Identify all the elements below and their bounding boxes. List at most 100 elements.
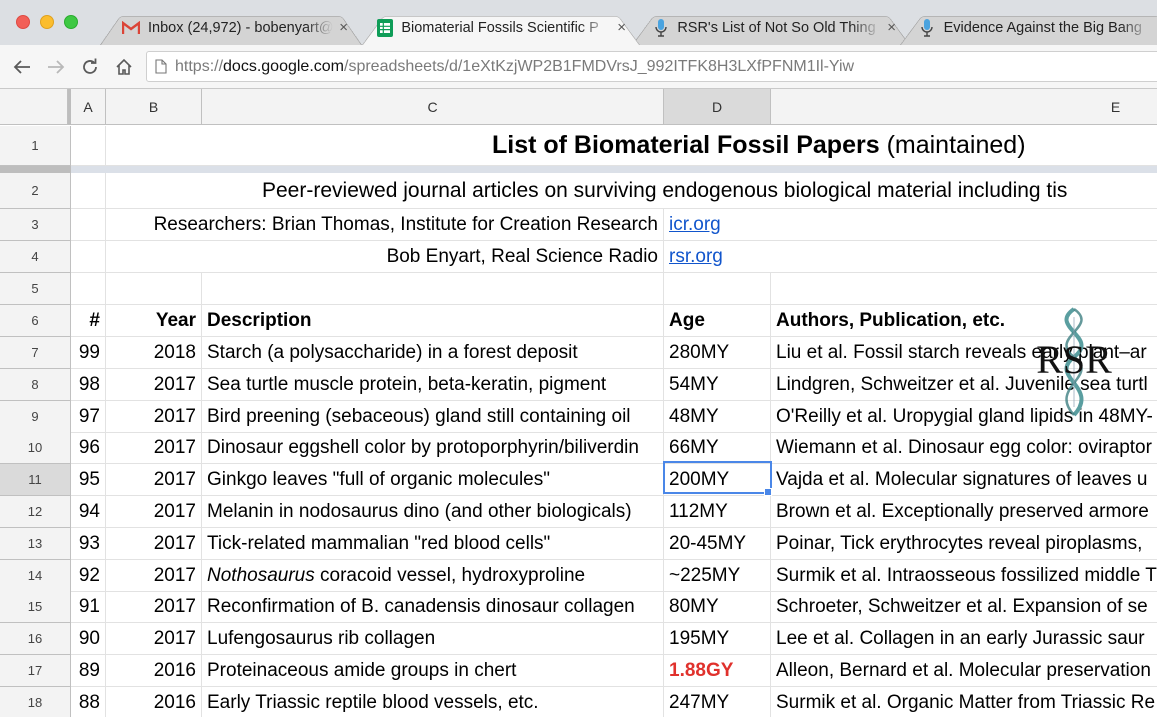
cell-description[interactable]: Bird preening (sebaceous) gland still co…	[202, 401, 664, 433]
cell-age[interactable]: 280MY	[664, 337, 771, 369]
cell-authors[interactable]: Surmik et al. Organic Matter from Triass…	[771, 687, 1157, 717]
column-header-c[interactable]: C	[202, 89, 664, 125]
cell-description[interactable]: Nothosaurus coracoid vessel, hydroxyprol…	[202, 560, 664, 592]
researcher-1[interactable]: Researchers: Brian Thomas, Institute for…	[106, 209, 664, 241]
spreadsheet-grid[interactable]: A B C D E 1 List of Biomaterial Fossil P…	[0, 89, 1157, 717]
column-header-a[interactable]: A	[71, 89, 106, 125]
cell-number[interactable]: 89	[71, 655, 106, 687]
cell-e5[interactable]	[771, 273, 1157, 305]
frozen-row-divider[interactable]	[0, 166, 1157, 173]
tab-biomaterial-fossils[interactable]: Biomaterial Fossils Scientific P ×	[362, 10, 640, 45]
reload-button[interactable]	[77, 54, 103, 80]
header-year[interactable]: Year	[106, 305, 202, 337]
maximize-window-button[interactable]	[64, 15, 78, 29]
cell-c5[interactable]	[202, 273, 664, 305]
back-button[interactable]	[9, 54, 35, 80]
cell-description[interactable]: Ginkgo leaves "full of organic molecules…	[202, 464, 664, 496]
close-window-button[interactable]	[16, 15, 30, 29]
cell-a3[interactable]	[71, 209, 106, 241]
cell-year[interactable]: 2017	[106, 401, 202, 433]
row-header[interactable]: 11	[0, 464, 71, 496]
column-header-b[interactable]: B	[106, 89, 202, 125]
cell-age[interactable]: 1.88GY	[664, 655, 771, 687]
row-header[interactable]: 6	[0, 305, 71, 337]
cell-age[interactable]: 195MY	[664, 623, 771, 655]
row-header[interactable]: 12	[0, 496, 71, 528]
cell-year[interactable]: 2016	[106, 687, 202, 717]
cell-year[interactable]: 2017	[106, 560, 202, 592]
cell-b5[interactable]	[106, 273, 202, 305]
row-header[interactable]: 4	[0, 241, 71, 273]
close-tab-icon[interactable]: ×	[617, 19, 626, 36]
icr-link[interactable]: icr.org	[669, 214, 721, 236]
cell-year[interactable]: 2017	[106, 369, 202, 401]
cell-age[interactable]: 80MY	[664, 591, 771, 623]
sheet-title[interactable]: List of Biomaterial Fossil Papers (maint…	[106, 126, 1157, 166]
cell-number[interactable]: 94	[71, 496, 106, 528]
row-header[interactable]: 17	[0, 655, 71, 687]
cell-year[interactable]: 2017	[106, 496, 202, 528]
row-header[interactable]: 3	[0, 209, 71, 241]
row-header[interactable]: 14	[0, 560, 71, 592]
cell-number[interactable]: 88	[71, 687, 106, 717]
header-number[interactable]: #	[71, 305, 106, 337]
row-header[interactable]: 1	[0, 126, 71, 166]
header-age[interactable]: Age	[664, 305, 771, 337]
tab-gmail-inbox[interactable]: Inbox (24,972) - bobenyart@g ×	[100, 10, 362, 45]
forward-button[interactable]	[43, 54, 69, 80]
row-header[interactable]: 2	[0, 173, 71, 209]
cell-age[interactable]: 20-45MY	[664, 528, 771, 560]
cell-a2[interactable]	[71, 173, 106, 209]
sheet-subtitle[interactable]: Peer-reviewed journal articles on surviv…	[106, 173, 1157, 209]
cell-description[interactable]: Sea turtle muscle protein, beta-keratin,…	[202, 369, 664, 401]
row-header[interactable]: 16	[0, 623, 71, 655]
cell-description[interactable]: Starch (a polysaccharide) in a forest de…	[202, 337, 664, 369]
rsr-link[interactable]: rsr.org	[669, 246, 723, 268]
cell-year[interactable]: 2016	[106, 655, 202, 687]
row-header[interactable]: 15	[0, 591, 71, 623]
cell-number[interactable]: 91	[71, 591, 106, 623]
cell-year[interactable]: 2018	[106, 337, 202, 369]
tab-big-bang-evidence[interactable]: Evidence Against the Big Bang ×	[900, 10, 1157, 45]
row-header[interactable]: 10	[0, 432, 71, 464]
cell-age[interactable]: 66MY	[664, 432, 771, 464]
researcher-2[interactable]: Bob Enyart, Real Science Radio	[106, 241, 664, 273]
cell-age[interactable]: 54MY	[664, 369, 771, 401]
cell-description[interactable]: Reconfirmation of B. canadensis dinosaur…	[202, 591, 664, 623]
column-header-d[interactable]: D	[664, 89, 771, 125]
cell-number[interactable]: 93	[71, 528, 106, 560]
select-all-corner[interactable]	[0, 89, 68, 125]
cell-year[interactable]: 2017	[106, 464, 202, 496]
cell-description[interactable]: Lufengosaurus rib collagen	[202, 623, 664, 655]
icr-link-cell[interactable]: icr.org	[664, 209, 1157, 241]
minimize-window-button[interactable]	[40, 15, 54, 29]
cell-year[interactable]: 2017	[106, 432, 202, 464]
close-tab-icon[interactable]: ×	[887, 19, 896, 36]
cell-a1[interactable]	[71, 126, 106, 166]
cell-description[interactable]: Proteinaceous amide groups in chert	[202, 655, 664, 687]
header-description[interactable]: Description	[202, 305, 664, 337]
cell-number[interactable]: 95	[71, 464, 106, 496]
cell-year[interactable]: 2017	[106, 623, 202, 655]
cell-authors[interactable]: Brown et al. Exceptionally preserved arm…	[771, 496, 1157, 528]
cell-description[interactable]: Tick-related mammalian "red blood cells"	[202, 528, 664, 560]
cell-authors[interactable]: Poinar, Tick erythrocytes reveal piropla…	[771, 528, 1157, 560]
cell-age[interactable]: ~225MY	[664, 560, 771, 592]
row-header[interactable]: 13	[0, 528, 71, 560]
cell-authors[interactable]: Surmik et al. Intraosseous fossilized mi…	[771, 560, 1157, 592]
cell-age[interactable]: 200MY	[664, 464, 771, 496]
row-header[interactable]: 7	[0, 337, 71, 369]
cell-age[interactable]: 247MY	[664, 687, 771, 717]
row-header[interactable]: 5	[0, 273, 71, 305]
cell-year[interactable]: 2017	[106, 528, 202, 560]
cell-a5[interactable]	[71, 273, 106, 305]
row-header[interactable]: 18	[0, 687, 71, 717]
tab-rsr-list[interactable]: RSR's List of Not So Old Thing ×	[632, 10, 910, 45]
cell-number[interactable]: 90	[71, 623, 106, 655]
cell-d5[interactable]	[664, 273, 771, 305]
cell-number[interactable]: 96	[71, 432, 106, 464]
cell-authors[interactable]: Lee et al. Collagen in an early Jurassic…	[771, 623, 1157, 655]
cell-number[interactable]: 98	[71, 369, 106, 401]
column-header-e[interactable]: E	[771, 89, 1157, 125]
cell-year[interactable]: 2017	[106, 591, 202, 623]
